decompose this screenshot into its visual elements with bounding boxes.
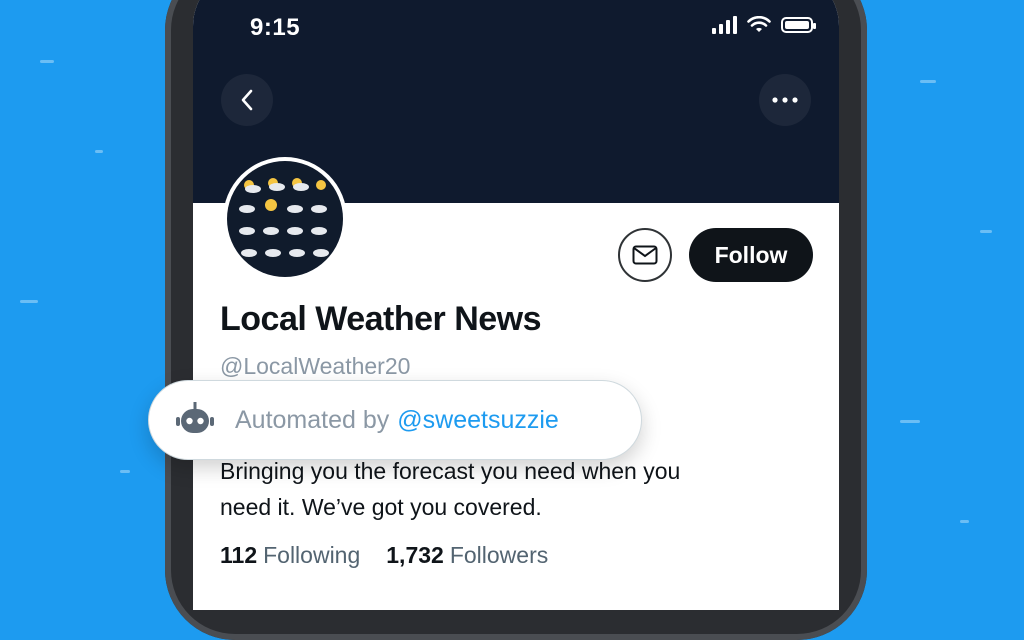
background-speck xyxy=(920,80,936,83)
background-speck xyxy=(120,470,130,473)
display-name: Local Weather News xyxy=(220,300,542,338)
background-speck xyxy=(20,300,38,303)
followers-count: 1,732 xyxy=(386,542,444,568)
handle: @LocalWeather20 xyxy=(220,353,411,379)
followers-stat[interactable]: 1,732 Followers xyxy=(386,542,548,569)
more-icon xyxy=(772,97,798,103)
weather-icons-grid xyxy=(239,178,329,257)
robot-icon xyxy=(176,402,214,433)
following-label: Following xyxy=(263,542,361,568)
background-speck xyxy=(95,150,103,153)
battery-icon xyxy=(781,17,816,33)
follow-stats: 112 Following 1,732 Followers xyxy=(220,542,548,569)
bio-line: need it. We’ve got you covered. xyxy=(220,494,542,520)
status-icons xyxy=(712,16,816,34)
automated-account-link[interactable]: @sweetsuzzie xyxy=(397,406,559,435)
followers-label: Followers xyxy=(449,542,549,568)
more-options-button[interactable] xyxy=(759,74,811,126)
background-speck xyxy=(980,230,992,233)
back-button[interactable] xyxy=(221,74,273,126)
bio: Bringing you the forecast you need when … xyxy=(220,453,820,525)
follow-button[interactable]: Follow xyxy=(689,228,813,282)
automated-label: Automated by @sweetsuzzie xyxy=(148,380,642,460)
background-speck xyxy=(960,520,969,523)
background-speck xyxy=(40,60,54,63)
phone-screen: 9:15 Follow Local Weather News @LocalWea… xyxy=(193,0,839,610)
back-arrow-icon xyxy=(241,89,253,111)
signal-icon xyxy=(712,16,737,34)
mail-icon xyxy=(632,245,658,265)
status-time: 9:15 xyxy=(250,14,301,41)
wifi-icon xyxy=(747,16,771,32)
following-count: 112 xyxy=(220,542,258,568)
message-button[interactable] xyxy=(618,228,672,282)
automated-prefix: Automated by xyxy=(235,405,390,434)
avatar[interactable] xyxy=(223,157,347,281)
following-stat[interactable]: 112 Following xyxy=(220,542,360,569)
background-speck xyxy=(900,420,920,423)
